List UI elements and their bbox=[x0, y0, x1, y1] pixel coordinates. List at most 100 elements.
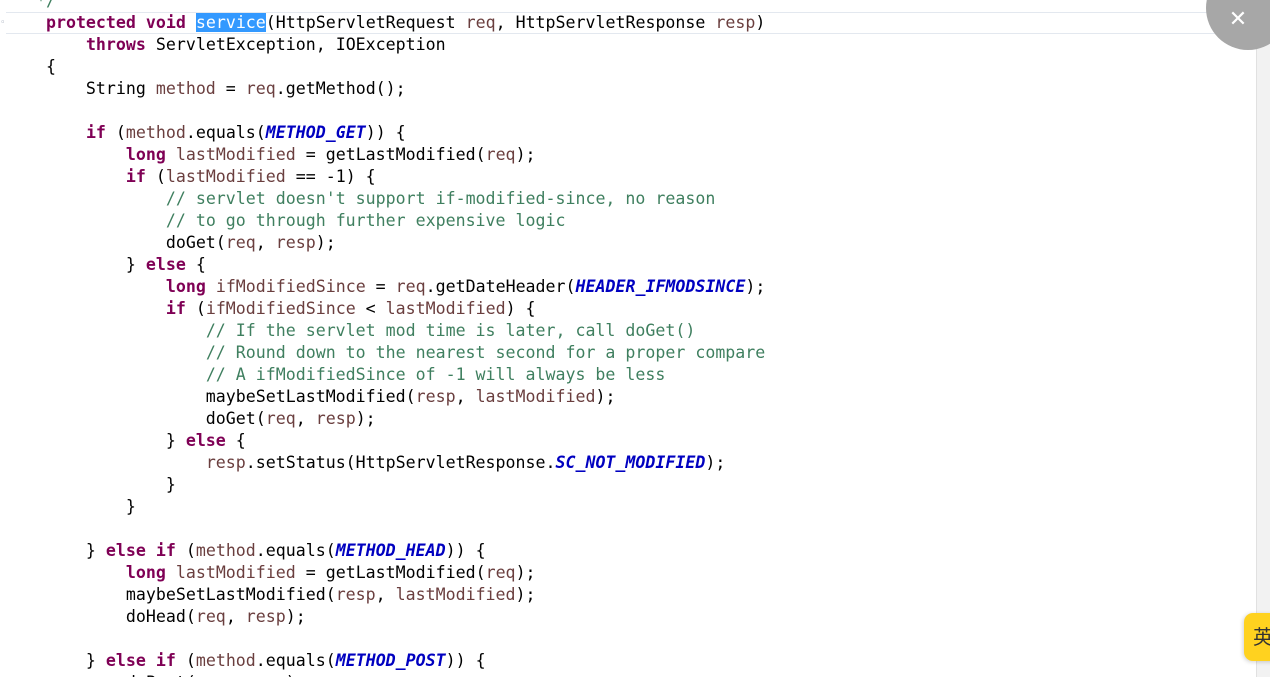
code-token: ); bbox=[355, 409, 376, 428]
code-line[interactable]: doGet(req, resp); bbox=[6, 232, 765, 254]
override-marker-icon: ◦ bbox=[0, 18, 6, 28]
code-token: resp bbox=[246, 673, 286, 677]
code-editor[interactable]: ◦ */ protected void service(HttpServletR… bbox=[0, 0, 1256, 677]
code-token: , bbox=[455, 387, 476, 406]
code-line[interactable]: long ifModifiedSince = req.getDateHeader… bbox=[6, 276, 765, 298]
code-token: req bbox=[395, 277, 426, 296]
code-line[interactable]: } else if (method.equals(METHOD_POST)) { bbox=[6, 650, 765, 672]
code-line[interactable] bbox=[6, 628, 765, 650]
code-token: method bbox=[155, 79, 216, 98]
code-line[interactable]: // to go through further expensive logic bbox=[6, 210, 765, 232]
code-line[interactable]: doHead(req, resp); bbox=[6, 606, 765, 628]
code-token: } bbox=[6, 541, 106, 560]
code-line[interactable]: doPost(req, resp); bbox=[6, 672, 765, 677]
code-token: doGet( bbox=[6, 233, 226, 252]
code-line[interactable]: } bbox=[6, 474, 765, 496]
code-token: ); bbox=[515, 585, 536, 604]
code-line[interactable]: } else { bbox=[6, 254, 765, 276]
code-token: throws bbox=[85, 35, 146, 54]
code-line[interactable]: doGet(req, resp); bbox=[6, 408, 765, 430]
close-icon[interactable]: ✕ bbox=[1226, 8, 1250, 32]
code-line[interactable]: // If the servlet mod time is later, cal… bbox=[6, 320, 765, 342]
code-token: else bbox=[105, 651, 146, 670]
code-token: = bbox=[215, 79, 246, 98]
code-token: long bbox=[125, 563, 166, 582]
code-line[interactable]: if (ifModifiedSince < lastModified) { bbox=[6, 298, 765, 320]
code-token: ); bbox=[705, 453, 726, 472]
code-token: , bbox=[226, 673, 246, 677]
selected-token: service bbox=[195, 13, 266, 32]
code-token: doHead( bbox=[6, 607, 196, 626]
code-token: String bbox=[6, 79, 156, 98]
code-token: < bbox=[355, 299, 386, 318]
code-token: req bbox=[225, 233, 256, 252]
code-token: else bbox=[105, 541, 146, 560]
code-token: = getLastModified( bbox=[295, 563, 486, 582]
code-line[interactable]: if (lastModified == -1) { bbox=[6, 166, 765, 188]
code-line[interactable]: } bbox=[6, 496, 765, 518]
code-token: lastModified bbox=[475, 387, 596, 406]
code-line[interactable]: } else if (method.equals(METHOD_HEAD)) { bbox=[6, 540, 765, 562]
code-line[interactable]: throws ServletException, IOException bbox=[6, 34, 765, 56]
code-line[interactable]: long lastModified = getLastModified(req)… bbox=[6, 144, 765, 166]
code-line[interactable]: { bbox=[6, 56, 765, 78]
code-line[interactable]: // A ifModifiedSince of -1 will always b… bbox=[6, 364, 765, 386]
code-line[interactable]: } else { bbox=[6, 430, 765, 452]
code-token: void bbox=[145, 13, 186, 32]
ime-language-indicator[interactable]: 英 bbox=[1244, 613, 1270, 661]
code-token: lastModified bbox=[175, 563, 296, 582]
code-token: { bbox=[225, 431, 246, 450]
code-token: , HttpServletResponse bbox=[495, 13, 716, 32]
code-token: ifModifiedSince bbox=[215, 277, 366, 296]
code-token: method bbox=[125, 123, 186, 142]
code-token: if bbox=[155, 651, 176, 670]
code-token: )) { bbox=[365, 123, 406, 142]
code-token: )) { bbox=[445, 541, 486, 560]
code-line[interactable]: long lastModified = getLastModified(req)… bbox=[6, 562, 765, 584]
code-token: , bbox=[295, 409, 316, 428]
code-token: protected bbox=[45, 13, 136, 32]
code-token: .equals( bbox=[255, 651, 336, 670]
code-line[interactable] bbox=[6, 100, 765, 122]
code-token: req bbox=[485, 563, 516, 582]
code-line[interactable]: resp.setStatus(HttpServletResponse.SC_NO… bbox=[6, 452, 765, 474]
code-line[interactable]: protected void service(HttpServletReques… bbox=[6, 12, 765, 34]
code-line[interactable]: maybeSetLastModified(resp, lastModified)… bbox=[6, 584, 765, 606]
code-token: ); bbox=[745, 277, 766, 296]
code-token: else bbox=[145, 255, 186, 274]
code-line[interactable]: // Round down to the nearest second for … bbox=[6, 342, 765, 364]
code-token: resp bbox=[275, 233, 316, 252]
code-token: ); bbox=[515, 145, 536, 164]
code-token: )) { bbox=[445, 651, 486, 670]
code-token: } bbox=[6, 475, 176, 494]
code-line[interactable] bbox=[6, 518, 765, 540]
vertical-scrollbar[interactable] bbox=[1256, 0, 1270, 677]
code-token: , bbox=[225, 607, 246, 626]
code-token: == -1) { bbox=[285, 167, 376, 186]
code-token: // to go through further expensive logic bbox=[165, 211, 566, 230]
code-line[interactable]: if (method.equals(METHOD_GET)) { bbox=[6, 122, 765, 144]
source-code[interactable]: */ protected void service(HttpServletReq… bbox=[6, 0, 765, 677]
code-token: ); bbox=[315, 233, 336, 252]
code-token: .getMethod(); bbox=[275, 79, 406, 98]
code-token: (HttpServletRequest bbox=[265, 13, 466, 32]
code-line[interactable]: // servlet doesn't support if-modified-s… bbox=[6, 188, 765, 210]
code-token: resp bbox=[315, 409, 356, 428]
code-token: resp bbox=[205, 453, 246, 472]
code-token: method bbox=[195, 541, 256, 560]
code-token: long bbox=[165, 277, 206, 296]
code-line[interactable]: */ bbox=[6, 0, 765, 12]
code-line[interactable]: String method = req.getMethod(); bbox=[6, 78, 765, 100]
code-line[interactable]: maybeSetLastModified(resp, lastModified)… bbox=[6, 386, 765, 408]
